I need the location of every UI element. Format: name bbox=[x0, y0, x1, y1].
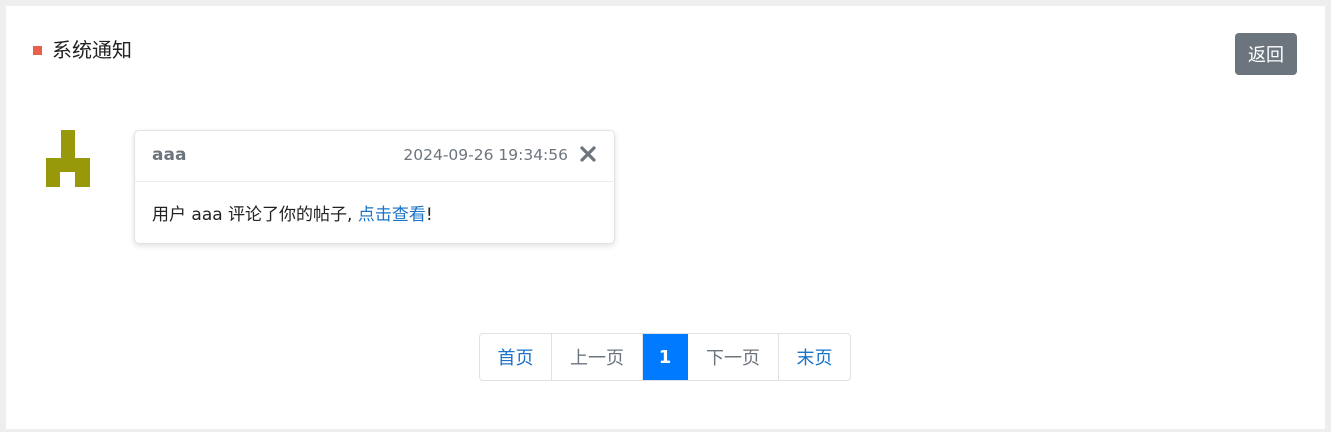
back-button[interactable]: 返回 bbox=[1235, 33, 1297, 75]
notice-message-suffix: ! bbox=[425, 205, 433, 225]
notice-message-text: 用户 aaa 评论了你的帖子, bbox=[152, 205, 353, 225]
prev-page-link[interactable]: 上一页 bbox=[552, 334, 643, 380]
notice-card: aaa 2024-09-26 19:34:56 用户 aaa 评论了你的帖子, … bbox=[134, 130, 615, 244]
notice-sender: aaa bbox=[152, 145, 187, 165]
page-title: 系统通知 bbox=[52, 38, 132, 62]
notice-message: 用户 aaa 评论了你的帖子, 点击查看! bbox=[152, 200, 433, 225]
notice-panel: 系统通知 返回 aaa 2024-09-26 19:34:56 用户 aaa 评… bbox=[6, 6, 1325, 429]
notice-time: 2024-09-26 19:34:56 bbox=[403, 146, 568, 164]
title-marker-icon bbox=[33, 45, 42, 55]
page-title-row: 系统通知 bbox=[33, 38, 132, 62]
notice-header: aaa 2024-09-26 19:34:56 bbox=[135, 131, 614, 182]
last-page-link[interactable]: 末页 bbox=[779, 334, 850, 380]
pagination: 首页 上一页 1 下一页 末页 bbox=[479, 333, 851, 381]
next-page-link[interactable]: 下一页 bbox=[688, 334, 779, 380]
first-page-link[interactable]: 首页 bbox=[480, 334, 552, 380]
current-page[interactable]: 1 bbox=[643, 334, 688, 380]
close-icon[interactable] bbox=[578, 144, 598, 164]
view-post-link[interactable]: 点击查看 bbox=[358, 205, 426, 225]
identicon-avatar bbox=[46, 130, 90, 187]
